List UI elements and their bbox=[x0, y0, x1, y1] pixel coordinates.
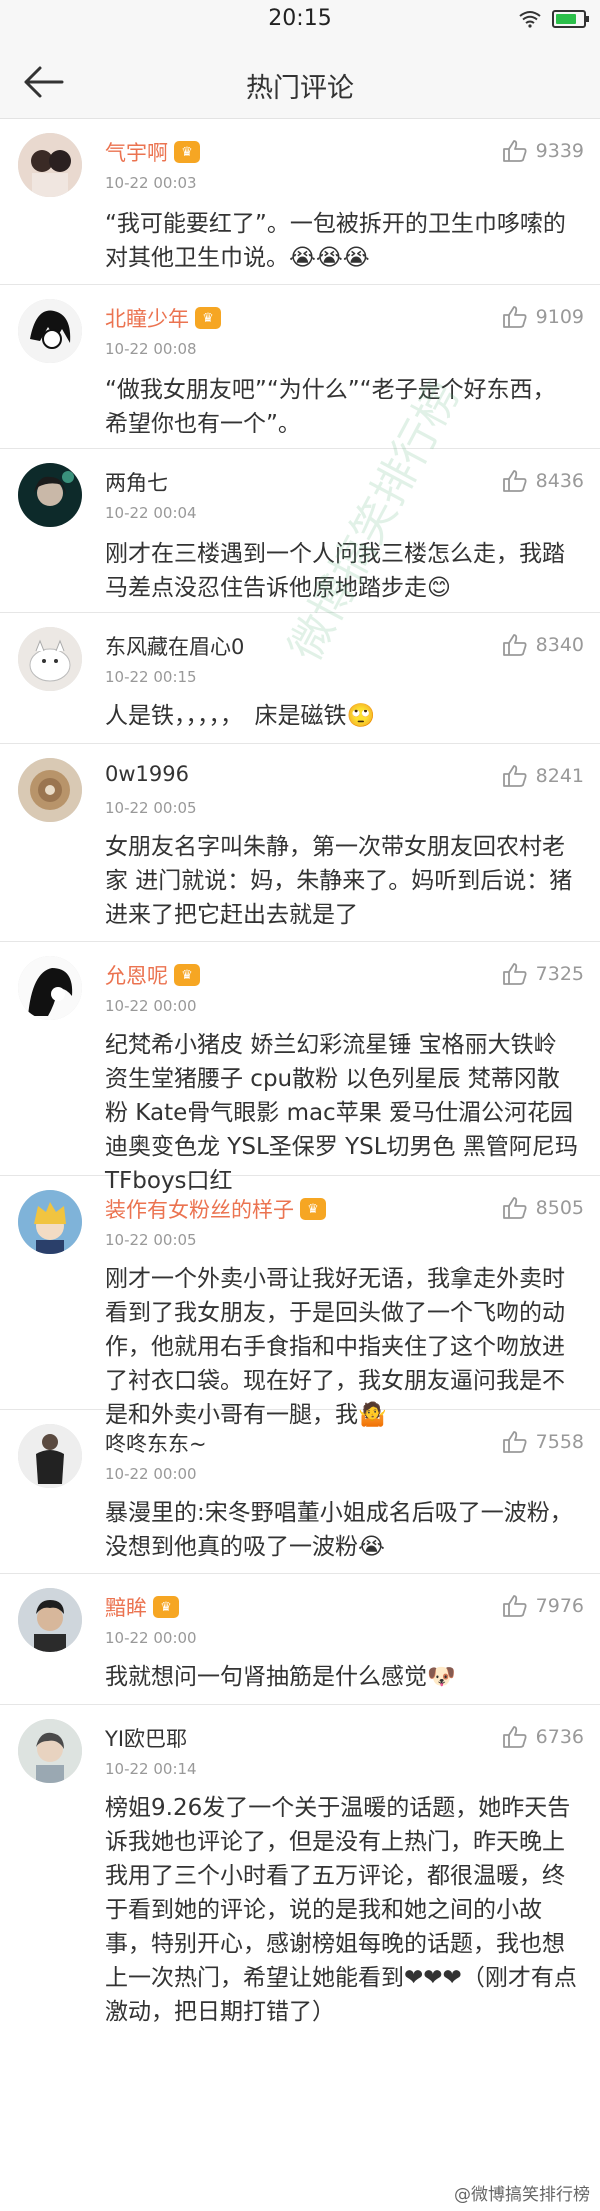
avatar[interactable] bbox=[18, 956, 82, 1020]
like-button[interactable]: 9339 bbox=[502, 139, 584, 163]
comment-text: 纪梵希小猪皮 娇兰幻彩流星锤 宝格丽大铁岭 资生堂猪腰子 cpu散粉 以色列星辰… bbox=[105, 1032, 578, 1194]
timestamp: 10-22 00:14 bbox=[105, 1760, 197, 1778]
username[interactable]: 北瞳少年 bbox=[105, 303, 189, 333]
like-button[interactable]: 7325 bbox=[502, 962, 584, 986]
like-button[interactable]: 8340 bbox=[502, 633, 584, 657]
like-count: 8505 bbox=[535, 1197, 584, 1219]
timestamp: 10-22 00:05 bbox=[105, 1231, 197, 1249]
avatar[interactable] bbox=[18, 758, 82, 822]
like-count: 7325 bbox=[535, 963, 584, 985]
credit-label: @微博搞笑排行榜 bbox=[454, 2185, 590, 2205]
comment-item: 允恩呢 ♛ 10-22 00:00 7325 纪梵希小猪皮 娇兰幻彩流星锤 宝格丽… bbox=[0, 942, 600, 1194]
avatar[interactable] bbox=[18, 1719, 82, 1783]
thumbs-up-icon bbox=[502, 765, 527, 787]
username[interactable]: 咚咚东东~ bbox=[105, 1428, 207, 1458]
like-button[interactable]: 8436 bbox=[502, 469, 584, 493]
timestamp: 10-22 00:03 bbox=[105, 174, 197, 192]
comment-item: YI欧巴耶 10-22 00:14 6736 榜姐9.26发了一个关于温暖的话题… bbox=[0, 1705, 600, 2035]
vip-crown-icon: ♛ bbox=[153, 1596, 179, 1618]
vip-crown-icon: ♛ bbox=[174, 141, 200, 163]
like-button[interactable]: 8505 bbox=[502, 1196, 584, 1220]
avatar[interactable] bbox=[18, 1424, 82, 1488]
like-button[interactable]: 8241 bbox=[502, 764, 584, 788]
vip-crown-icon: ♛ bbox=[195, 307, 221, 329]
wifi-icon bbox=[519, 11, 541, 28]
page-title: 热门评论 bbox=[246, 73, 354, 104]
thumbs-up-icon bbox=[502, 470, 527, 492]
username[interactable]: YI欧巴耶 bbox=[105, 1723, 187, 1753]
comment-text: 人是铁，，，，， 床是磁铁🙄 bbox=[105, 703, 376, 729]
comment-item: 北瞳少年 ♛ 10-22 00:08 9109 “做我女朋友吧”“为什么”“老子是… bbox=[0, 285, 600, 449]
thumbs-up-icon bbox=[502, 140, 527, 162]
battery-icon bbox=[552, 10, 589, 28]
timestamp: 10-22 00:08 bbox=[105, 340, 197, 358]
like-count: 7976 bbox=[535, 1595, 584, 1617]
comment-text: 暴漫里的:宋冬野唱董小姐成名后吸了一波粉， 没想到他真的吸了一波粉😭 bbox=[105, 1500, 585, 1560]
comment-item: 气宇啊 ♛ 10-22 00:03 9339 “我可能要红了”。一包被拆开的卫生巾… bbox=[0, 119, 600, 285]
status-icons bbox=[518, 10, 589, 28]
avatar[interactable] bbox=[18, 627, 82, 691]
thumbs-up-icon bbox=[502, 306, 527, 328]
comment-list: 气宇啊 ♛ 10-22 00:03 9339 “我可能要红了”。一包被拆开的卫生巾… bbox=[0, 119, 600, 2035]
like-button[interactable]: 7558 bbox=[502, 1430, 584, 1454]
comment-item: 黯眸 ♛ 10-22 00:00 7976 我就想问一句肾抽筋是什么感觉🐶 bbox=[0, 1574, 600, 1705]
like-button[interactable]: 9109 bbox=[502, 305, 584, 329]
avatar[interactable] bbox=[18, 133, 82, 197]
username[interactable]: 装作有女粉丝的样子 bbox=[105, 1194, 294, 1224]
like-count: 8436 bbox=[535, 470, 584, 492]
avatar[interactable] bbox=[18, 299, 82, 363]
like-count: 8241 bbox=[535, 765, 584, 787]
like-button[interactable]: 7976 bbox=[502, 1594, 584, 1618]
timestamp: 10-22 00:00 bbox=[105, 1629, 197, 1647]
like-button[interactable]: 6736 bbox=[502, 1725, 584, 1749]
comment-text: 刚才一个外卖小哥让我好无语，我拿走外卖时看到了我女朋友，于是回头做了一个飞吻的动… bbox=[105, 1266, 565, 1428]
thumbs-up-icon bbox=[502, 1431, 527, 1453]
username[interactable]: 两角七 bbox=[105, 467, 168, 497]
comment-text: 榜姐9.26发了一个关于温暖的话题，她昨天告诉我她也评论了，但是没有上热门，昨天… bbox=[105, 1795, 577, 2025]
vip-crown-icon: ♛ bbox=[300, 1198, 326, 1220]
like-count: 9109 bbox=[535, 306, 584, 328]
thumbs-up-icon bbox=[502, 1726, 527, 1748]
comment-item: 咚咚东东~ 10-22 00:00 7558 暴漫里的:宋冬野唱董小姐成名后吸了… bbox=[0, 1410, 600, 1574]
comment-text: “做我女朋友吧”“为什么”“老子是个好东西，希望你也有一个”。 bbox=[105, 377, 556, 437]
timestamp: 10-22 00:00 bbox=[105, 997, 197, 1015]
avatar[interactable] bbox=[18, 1588, 82, 1652]
nav-bar: 热门评论 bbox=[0, 44, 600, 119]
status-bar: 20:15 bbox=[0, 0, 600, 44]
status-time: 20:15 bbox=[268, 6, 332, 31]
thumbs-up-icon bbox=[502, 634, 527, 656]
username[interactable]: 东风藏在眉心0 bbox=[105, 631, 244, 661]
username[interactable]: 允恩呢 bbox=[105, 960, 168, 990]
like-count: 9339 bbox=[535, 140, 584, 162]
timestamp: 10-22 00:15 bbox=[105, 668, 197, 686]
comment-item: 装作有女粉丝的样子 ♛ 10-22 00:05 8505 刚才一个外卖小哥让我好无… bbox=[0, 1176, 600, 1428]
vip-crown-icon: ♛ bbox=[174, 964, 200, 986]
thumbs-up-icon bbox=[502, 963, 527, 985]
comment-text: “我可能要红了”。一包被拆开的卫生巾哆嗦的对其他卫生巾说。😭😭😭 bbox=[105, 211, 566, 271]
username[interactable]: 气宇啊 bbox=[105, 137, 168, 167]
username[interactable]: 0w1996 bbox=[105, 762, 189, 786]
timestamp: 10-22 00:00 bbox=[105, 1465, 197, 1483]
username[interactable]: 黯眸 bbox=[105, 1592, 147, 1622]
like-count: 6736 bbox=[535, 1726, 584, 1748]
comment-text: 我就想问一句肾抽筋是什么感觉🐶 bbox=[105, 1664, 456, 1690]
like-count: 7558 bbox=[535, 1431, 584, 1453]
comment-text: 女朋友名字叫朱静，第一次带女朋友回农村老家 进门就说：妈，朱静来了。妈听到后说：… bbox=[105, 834, 573, 928]
thumbs-up-icon bbox=[502, 1197, 527, 1219]
avatar[interactable] bbox=[18, 1190, 82, 1254]
timestamp: 10-22 00:05 bbox=[105, 799, 197, 817]
timestamp: 10-22 00:04 bbox=[105, 504, 197, 522]
avatar[interactable] bbox=[18, 463, 82, 527]
comment-item: 0w1996 10-22 00:05 8241 女朋友名字叫朱静，第一次带女朋友… bbox=[0, 744, 600, 942]
like-count: 8340 bbox=[535, 634, 584, 656]
thumbs-up-icon bbox=[502, 1595, 527, 1617]
